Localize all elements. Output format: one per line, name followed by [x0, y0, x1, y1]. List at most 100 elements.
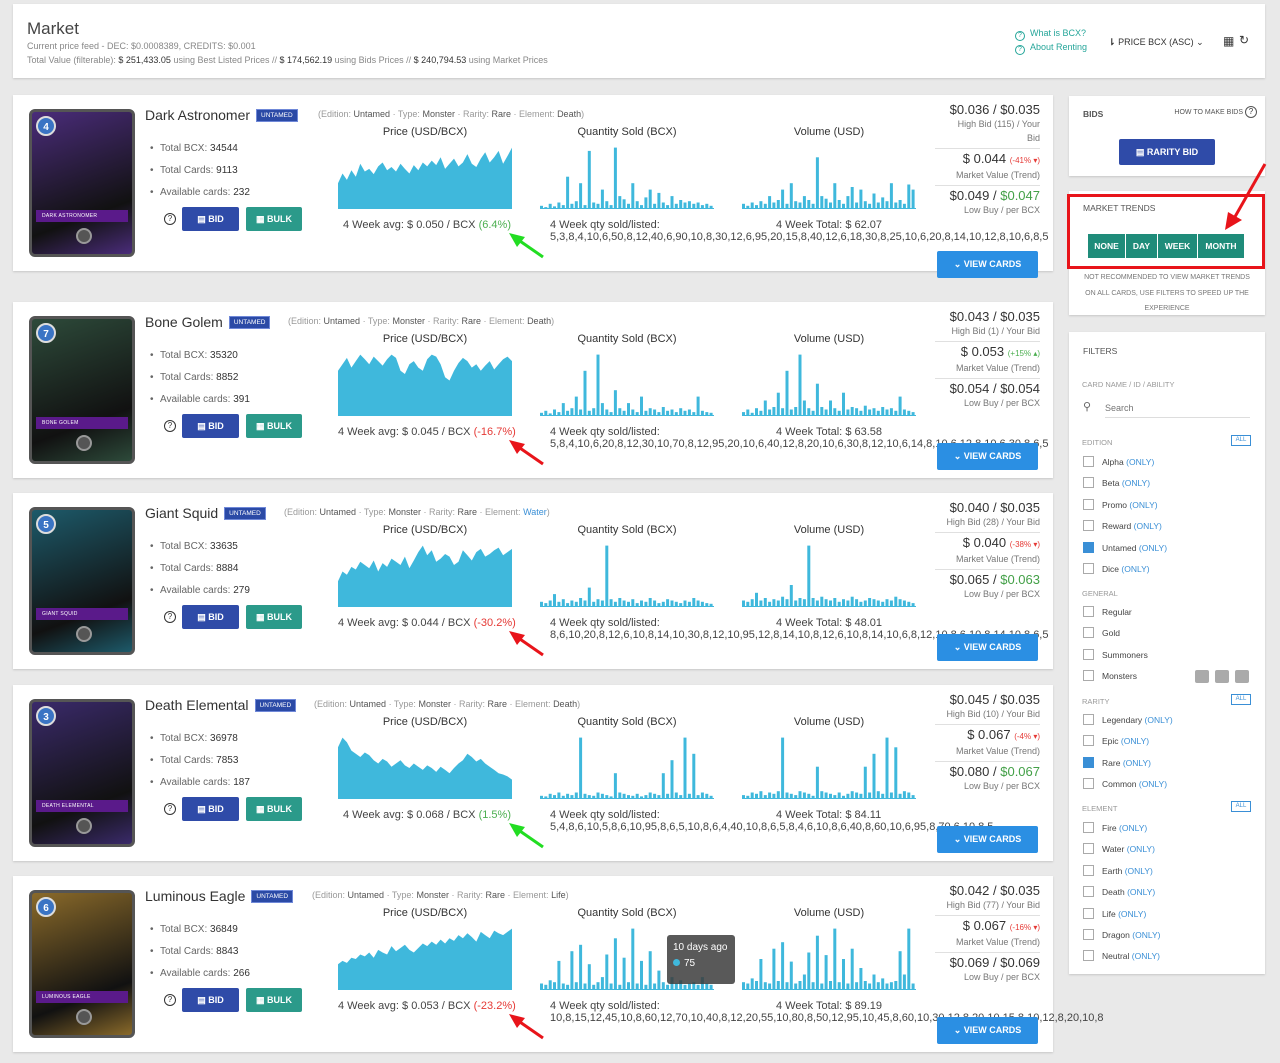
- volume-chart[interactable]: [742, 922, 916, 990]
- help-icon[interactable]: ?: [164, 611, 176, 623]
- help-icon[interactable]: ?: [164, 213, 176, 225]
- view-cards-button[interactable]: ⌄ VIEW CARDS: [937, 826, 1038, 853]
- card-name[interactable]: Death Elemental UNTAMED: [145, 697, 297, 713]
- card-image[interactable]: 4 DARK ASTRONOMER: [29, 109, 135, 257]
- about-renting-link[interactable]: ? About Renting: [1015, 42, 1087, 55]
- pin-icon[interactable]: [1195, 670, 1209, 683]
- only-link[interactable]: (ONLY): [1134, 521, 1162, 531]
- volume-chart[interactable]: [742, 141, 916, 209]
- all-button[interactable]: ALL: [1231, 435, 1251, 446]
- checkbox[interactable]: [1083, 648, 1094, 660]
- bulk-button[interactable]: ▦ BULK: [246, 797, 302, 821]
- card-name[interactable]: Giant Squid UNTAMED: [145, 505, 266, 521]
- checkbox[interactable]: [1083, 950, 1094, 962]
- only-link[interactable]: (ONLY): [1121, 736, 1149, 746]
- bid-button[interactable]: ▤ BID: [182, 414, 239, 438]
- collapse-icon[interactable]: [1235, 670, 1249, 683]
- checkbox[interactable]: [1083, 670, 1094, 682]
- only-link[interactable]: (ONLY): [1132, 930, 1160, 940]
- quantity-chart[interactable]: [540, 731, 714, 799]
- checkbox[interactable]: [1083, 735, 1094, 747]
- filter-option-untamed[interactable]: Untamed (ONLY): [1083, 541, 1167, 554]
- filter-option-legendary[interactable]: Legendary (ONLY): [1083, 714, 1173, 726]
- checkbox[interactable]: [1083, 498, 1094, 510]
- trend-month-button[interactable]: MONTH: [1198, 234, 1244, 258]
- only-link[interactable]: (ONLY): [1127, 887, 1155, 897]
- checkbox[interactable]: [1083, 477, 1094, 489]
- checkbox[interactable]: [1083, 886, 1094, 898]
- price-chart[interactable]: [338, 731, 512, 799]
- checkbox[interactable]: [1083, 606, 1094, 617]
- card-name[interactable]: Bone Golem UNTAMED: [145, 314, 271, 330]
- only-link[interactable]: (ONLY): [1122, 478, 1150, 488]
- bulk-button[interactable]: ▦ BULK: [246, 605, 302, 629]
- price-chart[interactable]: [338, 348, 512, 416]
- filter-option-death[interactable]: Death (ONLY): [1083, 886, 1155, 898]
- how-to-bid-link[interactable]: HOW TO MAKE BIDS: [1174, 109, 1243, 116]
- volume-chart[interactable]: [742, 348, 916, 416]
- filter-option-earth[interactable]: Earth (ONLY): [1083, 864, 1153, 877]
- help-icon[interactable]: ?: [164, 994, 176, 1006]
- filter-option-epic[interactable]: Epic (ONLY): [1083, 735, 1149, 747]
- filter-option-water[interactable]: Water (ONLY): [1083, 843, 1155, 855]
- bid-button[interactable]: ▤ BID: [182, 207, 239, 231]
- only-link[interactable]: (ONLY): [1127, 844, 1155, 854]
- filter-option-dice[interactable]: Dice (ONLY): [1083, 563, 1150, 575]
- card-image[interactable]: 6 LUMINOUS EAGLE: [29, 890, 135, 1038]
- filter-option-neutral[interactable]: Neutral (ONLY): [1083, 950, 1160, 962]
- only-link[interactable]: (ONLY): [1118, 909, 1146, 919]
- filter-option-life[interactable]: Life (ONLY): [1083, 907, 1146, 920]
- only-link[interactable]: (ONLY): [1125, 866, 1153, 876]
- volume-chart[interactable]: [742, 539, 916, 607]
- bid-button[interactable]: ▤ BID: [182, 797, 239, 821]
- filter-option-promo[interactable]: Promo (ONLY): [1083, 498, 1158, 511]
- card-image[interactable]: 5 GIANT SQUID: [29, 507, 135, 655]
- sort-dropdown[interactable]: ⇂ PRICE BCX (ASC) ⌄: [1108, 37, 1204, 48]
- card-name[interactable]: Dark Astronomer UNTAMED: [145, 107, 298, 123]
- only-link[interactable]: (ONLY): [1119, 823, 1147, 833]
- price-chart[interactable]: [338, 141, 512, 209]
- quantity-chart[interactable]: [540, 141, 714, 209]
- bulk-button[interactable]: ▦ BULK: [246, 207, 302, 231]
- card-image[interactable]: 3 DEATH ELEMENTAL: [29, 699, 135, 847]
- help-icon[interactable]: ?: [164, 420, 176, 432]
- checkbox[interactable]: [1083, 778, 1094, 790]
- bulk-button[interactable]: ▦ BULK: [246, 414, 302, 438]
- grid-icon[interactable]: ▦: [1223, 34, 1234, 48]
- trend-none-button[interactable]: NONE: [1088, 234, 1126, 258]
- bulk-button[interactable]: ▦ BULK: [246, 988, 302, 1012]
- checkbox[interactable]: [1083, 822, 1094, 833]
- only-link[interactable]: (ONLY): [1139, 779, 1167, 789]
- price-chart[interactable]: [338, 922, 512, 990]
- only-link[interactable]: (ONLY): [1145, 715, 1173, 725]
- view-cards-button[interactable]: ⌄ VIEW CARDS: [937, 251, 1038, 278]
- only-link[interactable]: (ONLY): [1139, 543, 1167, 553]
- filter-option-beta[interactable]: Beta (ONLY): [1083, 477, 1150, 489]
- search-input[interactable]: [1105, 398, 1250, 418]
- help-icon[interactable]: ?: [1245, 106, 1257, 118]
- only-link[interactable]: (ONLY): [1123, 758, 1151, 768]
- bid-button[interactable]: ▤ BID: [182, 988, 239, 1012]
- filter-option-dragon[interactable]: Dragon (ONLY): [1083, 929, 1160, 941]
- checkbox[interactable]: [1083, 563, 1094, 574]
- help-icon[interactable]: ?: [164, 803, 176, 815]
- rarity-bid-button[interactable]: ▤ RARITY BID: [1119, 139, 1215, 165]
- checkbox[interactable]: [1083, 714, 1094, 725]
- filter-option-rare[interactable]: Rare (ONLY): [1083, 756, 1151, 769]
- what-is-bcx-link[interactable]: ? What is BCX?: [1015, 28, 1086, 41]
- card-image[interactable]: 7 BONE GOLEM: [29, 316, 135, 464]
- checkbox[interactable]: [1083, 456, 1094, 467]
- filter-option-monsters[interactable]: Monsters: [1083, 670, 1137, 682]
- quantity-chart[interactable]: [540, 348, 714, 416]
- bid-button[interactable]: ▤ BID: [182, 605, 239, 629]
- trend-day-button[interactable]: DAY: [1126, 234, 1158, 258]
- checkbox[interactable]: [1083, 843, 1094, 855]
- trend-week-button[interactable]: WEEK: [1158, 234, 1198, 258]
- checkbox[interactable]: [1083, 756, 1094, 768]
- checkbox[interactable]: [1083, 929, 1094, 940]
- all-button[interactable]: ALL: [1231, 694, 1251, 705]
- price-chart[interactable]: [338, 539, 512, 607]
- only-link[interactable]: (ONLY): [1132, 951, 1160, 961]
- checkbox[interactable]: [1083, 541, 1094, 553]
- filter-option-common[interactable]: Common (ONLY): [1083, 778, 1167, 790]
